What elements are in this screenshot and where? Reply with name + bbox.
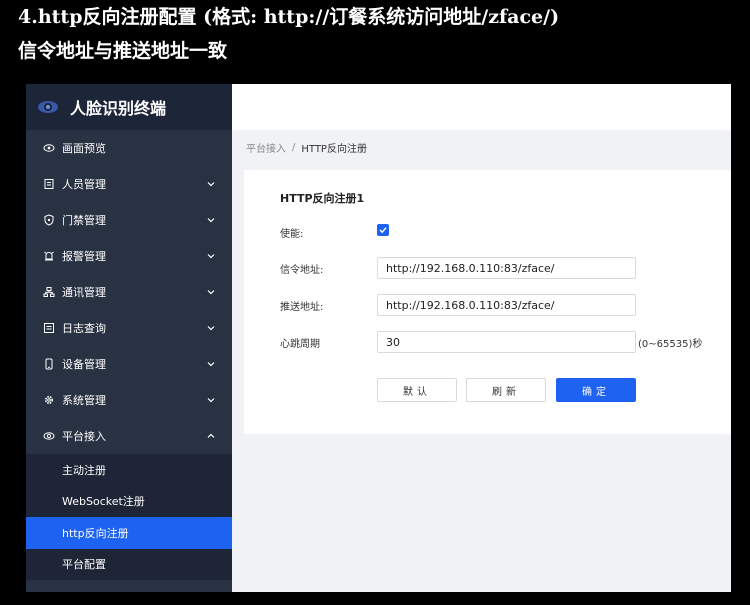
confirm-button[interactable]: 确定 [556,378,636,402]
camera-icon [36,95,60,119]
push-address-label: 推送地址: [280,302,324,313]
sidebar-item-platform[interactable]: 平台接入 [26,418,232,454]
submenu-item-active-register[interactable]: 主动注册 [26,454,232,486]
sidebar-item-label: 人员管理 [62,178,106,191]
sidebar-item-personnel[interactable]: 人员管理 [26,166,232,202]
sidebar-item-communication[interactable]: 通讯管理 [26,274,232,310]
eye-icon [42,141,56,155]
chevron-down-icon [207,254,215,259]
logo-bar: 人脸识别终端 [26,84,232,130]
sidebar-item-device[interactable]: 设备管理 [26,346,232,382]
submenu-item-http-reverse-register[interactable]: http反向注册 [26,517,232,549]
sidebar-item-preview[interactable]: 画面预览 [26,130,232,166]
platform-icon [42,429,56,443]
shield-icon [42,213,56,227]
signal-address-label: 信令地址: [280,265,324,276]
log-icon [42,321,56,335]
sidebar: 人脸识别终端 画面预览 人员管理 门禁管理 报警管理 通讯管理 日志查询 设备管… [26,84,232,592]
person-card-icon [42,177,56,191]
caption-line-1: 4.http反向注册配置 (格式: http://订餐系统访问地址/zface/… [18,6,560,28]
sidebar-menu: 画面预览 人员管理 门禁管理 报警管理 通讯管理 日志查询 设备管理 系统管理 … [26,130,232,454]
breadcrumb-parent[interactable]: 平台接入 [246,140,286,155]
signal-address-input[interactable] [377,257,636,279]
chevron-down-icon [207,290,215,295]
main-content: 平台接入 / HTTP反向注册 HTTP反向注册1 使能: 信令地址: 推送地址… [232,84,731,592]
sidebar-item-alarm[interactable]: 报警管理 [26,238,232,274]
default-button[interactable]: 默认 [377,378,457,402]
gear-icon [42,393,56,407]
platform-submenu: 主动注册 WebSocket注册 http反向注册 平台配置 [26,454,232,580]
chevron-down-icon [207,362,215,367]
submenu-item-websocket-register[interactable]: WebSocket注册 [26,486,232,518]
chevron-down-icon [207,218,215,223]
sidebar-item-access[interactable]: 门禁管理 [26,202,232,238]
breadcrumb-current: HTTP反向注册 [301,143,367,155]
alarm-icon [42,249,56,263]
form-card: HTTP反向注册1 使能: 信令地址: 推送地址: 心跳周期 (0~65535)… [244,170,731,434]
app-window: 人脸识别终端 画面预览 人员管理 门禁管理 报警管理 通讯管理 日志查询 设备管… [26,84,731,592]
chevron-up-icon [207,433,215,438]
sidebar-item-system[interactable]: 系统管理 [26,382,232,418]
submenu-item-platform-config[interactable]: 平台配置 [26,549,232,581]
chevron-down-icon [207,326,215,331]
sidebar-item-label: 平台接入 [62,430,106,443]
sidebar-item-label: 通讯管理 [62,286,106,299]
check-icon [379,227,387,234]
chevron-down-icon [207,182,215,187]
caption-line-2: 信令地址与推送地址一致 [18,40,228,62]
chevron-down-icon [207,398,215,403]
enable-label: 使能: [280,229,304,240]
form-title: HTTP反向注册1 [280,192,365,205]
refresh-button[interactable]: 刷新 [466,378,546,402]
heartbeat-label: 心跳周期 [280,339,320,350]
sidebar-item-label: 日志查询 [62,322,106,335]
app-title: 人脸识别终端 [70,99,167,118]
sidebar-item-label: 报警管理 [62,250,106,263]
heartbeat-range-hint: (0~65535)秒 [638,339,703,350]
sidebar-item-label: 门禁管理 [62,214,106,227]
sidebar-item-label: 设备管理 [62,358,106,371]
sidebar-item-log[interactable]: 日志查询 [26,310,232,346]
network-icon [42,285,56,299]
breadcrumb-separator: / [292,141,296,153]
device-icon [42,357,56,371]
enable-checkbox[interactable] [377,224,389,236]
breadcrumb: 平台接入 / HTTP反向注册 [232,130,731,164]
heartbeat-input[interactable] [377,331,636,353]
sidebar-item-label: 系统管理 [62,394,106,407]
push-address-input[interactable] [377,294,636,316]
top-bar [232,84,731,130]
sidebar-item-label: 画面预览 [62,142,106,155]
